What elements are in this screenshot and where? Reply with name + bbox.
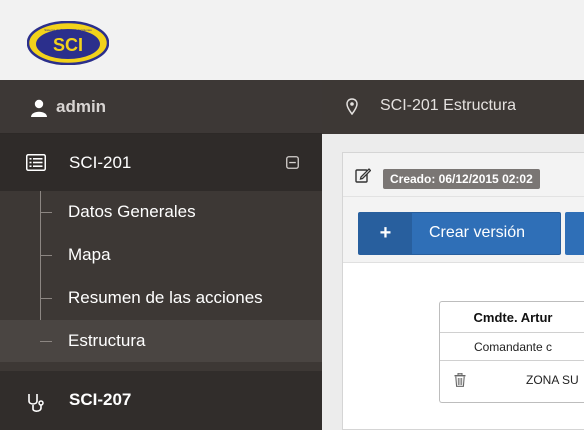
map-pin-icon xyxy=(346,98,358,115)
tree-tick xyxy=(40,255,52,256)
plus-icon: + xyxy=(359,213,412,254)
create-version-label: Crear versión xyxy=(429,224,526,241)
sidebar-group-sci-201[interactable]: SCI-201 xyxy=(0,134,322,191)
panel-toolbar: + Crear versión xyxy=(343,197,584,263)
logo-caption: Sistema de Comando de Incidentes xyxy=(44,28,92,32)
breadcrumb: SCI-201 Estructura xyxy=(322,80,584,134)
top-header: SCI Sistema de Comando de Incidentes xyxy=(0,0,584,80)
breadcrumb-text: SCI-201 Estructura xyxy=(380,97,517,114)
trash-icon[interactable] xyxy=(454,373,466,387)
user-icon xyxy=(31,99,47,117)
sidebar-item-label: Datos Generales xyxy=(68,202,196,221)
main-content: Creado: 06/12/2015 02:02 + Crear versión… xyxy=(322,134,584,430)
sidebar-item-label: Resumen de las acciones xyxy=(68,288,263,307)
user-profile-row[interactable]: admin xyxy=(0,80,322,134)
panel-header: Creado: 06/12/2015 02:02 xyxy=(343,153,584,197)
sidebar-item-resumen-acciones[interactable]: Resumen de las acciones xyxy=(0,277,322,319)
sidebar-item-label: Mapa xyxy=(68,245,111,264)
create-version-button[interactable]: + Crear versión xyxy=(358,212,561,255)
collapse-icon[interactable] xyxy=(286,156,299,169)
structure-panel: Creado: 06/12/2015 02:02 + Crear versión… xyxy=(342,152,584,430)
secondary-button[interactable] xyxy=(565,212,584,255)
tree-tick xyxy=(40,341,52,342)
node-role: Comandante c xyxy=(440,333,584,361)
sidebar-group-label: SCI-207 xyxy=(69,390,132,409)
node-zone: ZONA SU xyxy=(526,373,579,387)
sidebar-submenu: Datos Generales Mapa Resumen de las acci… xyxy=(0,191,322,371)
created-badge: Creado: 06/12/2015 02:02 xyxy=(383,169,540,189)
sci-logo[interactable]: SCI Sistema de Comando de Incidentes xyxy=(27,21,109,65)
sidebar-group-label: SCI-201 xyxy=(69,153,132,172)
sidebar-group-sci-207[interactable]: SCI-207 xyxy=(0,371,322,430)
sidebar-item-mapa[interactable]: Mapa xyxy=(0,234,322,276)
sidebar-item-datos-generales[interactable]: Datos Generales xyxy=(0,191,322,233)
node-person-name: Cmdte. Artur xyxy=(440,302,584,333)
tree-tick xyxy=(40,212,52,213)
sidebar: admin SCI-201 Datos Generales Mapa Resum… xyxy=(0,80,322,430)
edit-icon[interactable] xyxy=(355,167,371,183)
logo-text: SCI xyxy=(53,35,83,55)
org-chart-node[interactable]: Cmdte. Artur Comandante c ZONA SU xyxy=(439,301,584,403)
tree-tick xyxy=(40,298,52,299)
stethoscope-icon xyxy=(28,394,44,412)
sidebar-item-label: Estructura xyxy=(68,331,146,350)
form-list-icon xyxy=(26,154,46,171)
user-name: admin xyxy=(56,97,107,116)
sidebar-item-estructura[interactable]: Estructura xyxy=(0,320,322,362)
